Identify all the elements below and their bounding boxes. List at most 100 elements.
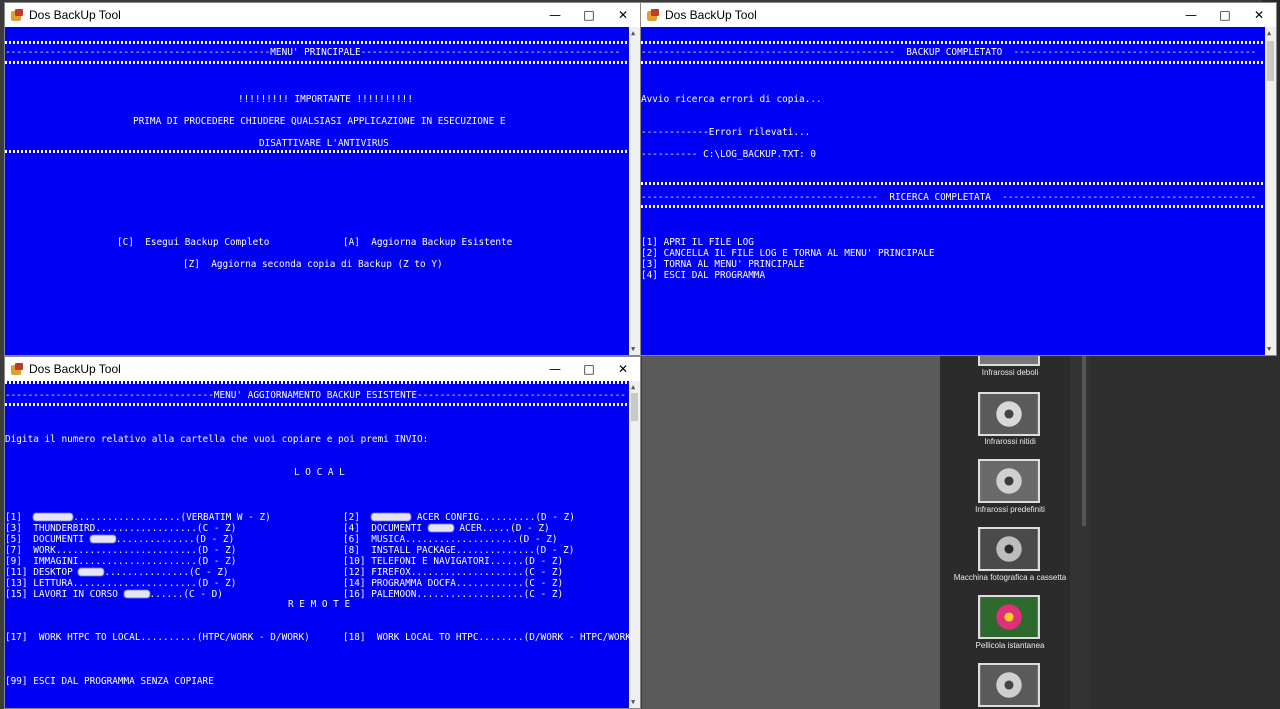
log-line: ---------- C:\LOG_BACKUP.TXT: 0 bbox=[641, 149, 816, 160]
filter-label: Infrarossi predefiniti bbox=[975, 505, 1045, 514]
panel-scrollbar[interactable] bbox=[1082, 356, 1086, 526]
filter-label: Infrarossi deboli bbox=[981, 368, 1039, 377]
close-icon[interactable]: ✕ bbox=[606, 357, 640, 381]
important-text: !!!!!!!!! IMPORTANTE !!!!!!!!!! bbox=[238, 94, 413, 105]
menu-header: -------------------------------------MEN… bbox=[5, 390, 626, 401]
star-divider bbox=[5, 150, 629, 153]
redacted-mark bbox=[89, 535, 116, 543]
warning-text: DISATTIVARE L'ANTIVIRUS bbox=[259, 138, 389, 149]
warning-text: PRIMA DI PROCEDERE CHIUDERE QUALSIASI AP… bbox=[133, 116, 506, 127]
close-icon[interactable]: ✕ bbox=[606, 3, 640, 27]
folder-item: [12] FIREFOX....................(C - Z) bbox=[343, 567, 564, 578]
filter-label: Pellicola istantanea bbox=[975, 641, 1045, 650]
scroll-down-icon[interactable]: ▼ bbox=[631, 345, 635, 353]
folder-item: [8] INSTALL PACKAGE..............(D - Z) bbox=[343, 545, 575, 556]
folder-item: [13] LETTURA......................(D - Z… bbox=[5, 578, 237, 589]
scrollbar[interactable]: ▲ ▼ bbox=[1265, 27, 1276, 355]
scrollbar[interactable]: ▲ ▼ bbox=[629, 27, 640, 355]
redacted-mark bbox=[123, 590, 150, 598]
remote-heading: R E M O T E bbox=[288, 599, 351, 610]
redacted-mark bbox=[33, 513, 74, 521]
star-divider bbox=[641, 41, 1265, 44]
app-icon bbox=[647, 8, 660, 22]
window-title: Dos BackUp Tool bbox=[29, 8, 121, 22]
folder-item: [14] PROGRAMMA DOCFA............(C - Z) bbox=[343, 578, 564, 589]
console-output[interactable]: ----------------------------------------… bbox=[5, 27, 629, 355]
console-output[interactable]: ----------------------------------------… bbox=[641, 27, 1265, 355]
maximize-icon[interactable]: □ bbox=[572, 357, 606, 381]
menu-option: [4] ESCI DAL PROGRAMMA bbox=[641, 270, 766, 281]
status-header: ----------------------------------------… bbox=[641, 192, 1257, 203]
titlebar[interactable]: Dos BackUp Tool — □ ✕ bbox=[5, 3, 640, 27]
menu-option: [3] TORNA AL MENU' PRINCIPALE bbox=[641, 259, 805, 270]
scroll-down-icon[interactable]: ▼ bbox=[631, 698, 635, 706]
scroll-down-icon[interactable]: ▼ bbox=[1267, 345, 1271, 353]
console-output[interactable]: -------------------------------------MEN… bbox=[5, 381, 629, 708]
menu-option: [2] CANCELLA IL FILE LOG E TORNA AL MENU… bbox=[641, 248, 935, 259]
star-divider bbox=[641, 61, 1265, 64]
scroll-up-icon[interactable]: ▲ bbox=[631, 29, 635, 37]
folder-item: [11] DESKTOP ...............(C - Z) bbox=[5, 567, 229, 578]
star-divider bbox=[641, 182, 1265, 185]
star-divider bbox=[641, 205, 1265, 208]
folder-item: [4] DOCUMENTI ACER.....(D - Z) bbox=[343, 523, 550, 534]
maximize-icon[interactable]: □ bbox=[1208, 3, 1242, 27]
desktop-background bbox=[642, 356, 940, 709]
local-heading: L O C A L bbox=[294, 467, 345, 478]
redacted-mark bbox=[427, 524, 454, 532]
filter-label: Macchina fotografica a cassetta bbox=[953, 573, 1067, 582]
folder-item: [10] TELEFONI E NAVIGATORI......(D - Z) bbox=[343, 556, 564, 567]
folder-item: [15] LAVORI IN CORSO ......(C - D) bbox=[5, 589, 223, 600]
scroll-up-icon[interactable]: ▲ bbox=[1267, 29, 1271, 37]
exit-item: [99] ESCI DAL PROGRAMMA SENZA COPIARE bbox=[5, 676, 214, 687]
minimize-icon[interactable]: — bbox=[1174, 3, 1208, 27]
folder-item: [1] ...................(VERBATIM W - Z) bbox=[5, 512, 271, 523]
scroll-thumb[interactable] bbox=[631, 393, 638, 421]
option-c: [C] Esegui Backup Completo bbox=[117, 237, 270, 248]
filter-panel: Infrarossi deboli Infrarossi nitidi Infr… bbox=[940, 350, 1070, 709]
remote-item: [18] WORK LOCAL TO HTPC........(D/WORK -… bbox=[343, 632, 629, 643]
close-icon[interactable]: ✕ bbox=[1242, 3, 1276, 27]
prompt-text: Digita il numero relativo alla cartella … bbox=[5, 434, 429, 445]
star-divider bbox=[5, 61, 629, 64]
folder-item: [16] PALEMOON...................(C - Z) bbox=[343, 589, 564, 600]
filter-thumb[interactable] bbox=[978, 663, 1040, 707]
update-backup-window[interactable]: Dos BackUp Tool — □ ✕ ------------------… bbox=[4, 356, 641, 709]
main-menu-window[interactable]: Dos BackUp Tool — □ ✕ ------------------… bbox=[4, 2, 641, 356]
window-title: Dos BackUp Tool bbox=[29, 362, 121, 376]
app-icon bbox=[11, 8, 24, 22]
scroll-up-icon[interactable]: ▲ bbox=[631, 383, 635, 391]
star-divider bbox=[5, 41, 629, 44]
filter-thumb[interactable] bbox=[978, 595, 1040, 639]
log-line: Avvio ricerca errori di copia... bbox=[641, 94, 822, 105]
filter-thumb[interactable] bbox=[978, 459, 1040, 503]
maximize-icon[interactable]: □ bbox=[572, 3, 606, 27]
menu-option: [1] APRI IL FILE LOG bbox=[641, 237, 754, 248]
panel-edge bbox=[1070, 356, 1090, 709]
status-header: ----------------------------------------… bbox=[641, 47, 1257, 58]
titlebar[interactable]: Dos BackUp Tool — □ ✕ bbox=[5, 357, 640, 381]
scroll-thumb[interactable] bbox=[1267, 41, 1274, 81]
app-background bbox=[1090, 356, 1280, 709]
scrollbar[interactable]: ▲ ▼ bbox=[629, 381, 640, 708]
minimize-icon[interactable]: — bbox=[538, 357, 572, 381]
folder-item: [7] WORK.........................(D - Z) bbox=[5, 545, 237, 556]
titlebar[interactable]: Dos BackUp Tool — □ ✕ bbox=[641, 3, 1276, 27]
log-line: ------------Errori rilevati... bbox=[641, 127, 811, 138]
redacted-mark bbox=[371, 513, 412, 521]
star-divider bbox=[5, 381, 629, 384]
folder-item: [9] IMMAGINI.....................(D - Z) bbox=[5, 556, 237, 567]
window-title: Dos BackUp Tool bbox=[665, 8, 757, 22]
folder-item: [3] THUNDERBIRD..................(C - Z) bbox=[5, 523, 237, 534]
option-z: [Z] Aggiorna seconda copia di Backup (Z … bbox=[183, 259, 443, 270]
filter-thumb[interactable] bbox=[978, 392, 1040, 436]
remote-item: [17] WORK HTPC TO LOCAL..........(HTPC/W… bbox=[5, 632, 310, 643]
star-divider bbox=[5, 403, 629, 406]
backup-complete-window[interactable]: Dos BackUp Tool — □ ✕ ------------------… bbox=[640, 2, 1277, 356]
filter-label: Infrarossi nitidi bbox=[984, 437, 1036, 446]
filter-thumb[interactable] bbox=[978, 527, 1040, 571]
folder-item: [2] ACER CONFIG..........(D - Z) bbox=[343, 512, 575, 523]
minimize-icon[interactable]: — bbox=[538, 3, 572, 27]
option-a: [A] Aggiorna Backup Esistente bbox=[343, 237, 513, 248]
menu-header: ----------------------------------------… bbox=[5, 47, 621, 58]
